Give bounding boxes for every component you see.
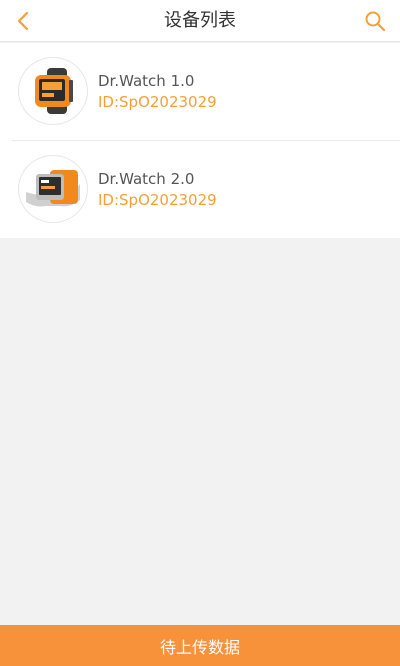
device-list: Dr.Watch 1.0 ID:SpO2023029 Dr.Watch 2.0 … (0, 43, 400, 238)
device-name: Dr.Watch 2.0 (98, 170, 195, 188)
device-info: Dr.Watch 2.0 ID:SpO2023029 (98, 169, 217, 210)
device-name: Dr.Watch 1.0 (98, 72, 195, 90)
device-avatar (18, 57, 88, 125)
page-title: 设备列表 (164, 10, 236, 31)
orange-watch-image (35, 68, 73, 114)
device-id: ID:SpO2023029 (98, 93, 217, 111)
device-avatar (18, 155, 88, 223)
device-info: Dr.Watch 1.0 ID:SpO2023029 (98, 71, 217, 112)
device-item[interactable]: Dr.Watch 1.0 ID:SpO2023029 (0, 43, 400, 140)
silver-orange-watch-image (26, 170, 80, 207)
search-button[interactable] (358, 4, 392, 38)
search-icon (365, 11, 386, 32)
device-list-screen: 设备列表 Dr.Watch 1.0 ID:SpO2023029 Dr.Watch… (0, 0, 400, 666)
device-item[interactable]: Dr.Watch 2.0 ID:SpO2023029 (12, 140, 400, 237)
upload-data-button[interactable]: 待上传数据 (0, 625, 400, 666)
device-id: ID:SpO2023029 (98, 191, 217, 209)
header-bar: 设备列表 (0, 0, 400, 42)
